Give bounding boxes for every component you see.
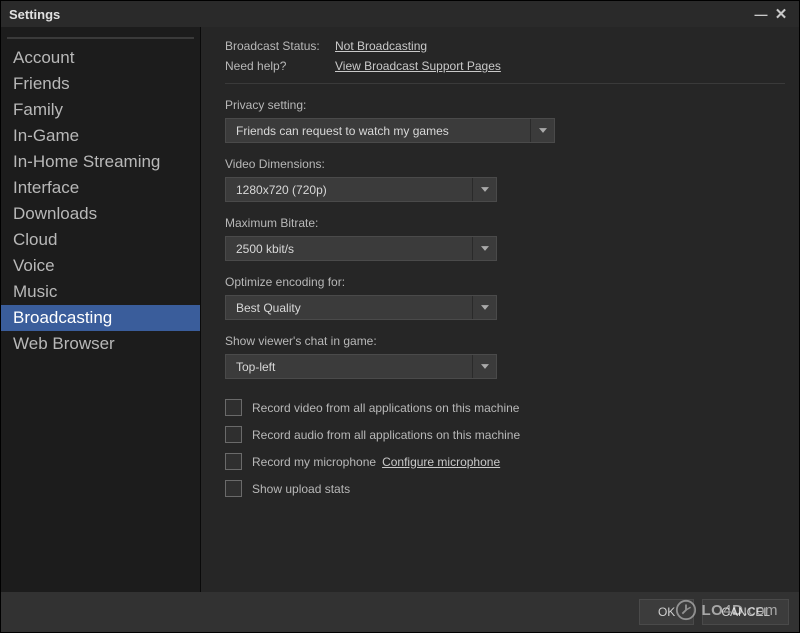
bitrate-select[interactable]: 2500 kbit/s [225, 236, 497, 261]
close-button[interactable]: ✕ [771, 5, 791, 23]
sidebar-label: Voice [13, 256, 55, 275]
cancel-button-label: CANCEL [721, 605, 770, 619]
dimensions-select[interactable]: 1280x720 (720p) [225, 177, 497, 202]
ok-button[interactable]: OK [639, 599, 694, 625]
sidebar-item-family[interactable]: Family [1, 97, 200, 123]
chevron-down-icon [530, 119, 554, 142]
configure-microphone-link[interactable]: Configure microphone [382, 455, 500, 469]
settings-window: Settings — ✕ Account Friends Family In-G… [0, 0, 800, 633]
record-video-label: Record video from all applications on th… [252, 401, 519, 415]
sidebar-label: Broadcasting [13, 308, 112, 327]
sidebar-item-in-game[interactable]: In-Game [1, 123, 200, 149]
chevron-down-icon [472, 178, 496, 201]
minimize-button[interactable]: — [751, 7, 771, 22]
sidebar-label: Family [13, 100, 63, 119]
window-title: Settings [9, 7, 60, 22]
sidebar-item-account[interactable]: Account [1, 45, 200, 71]
upload-stats-checkbox[interactable] [225, 480, 242, 497]
record-mic-checkbox[interactable] [225, 453, 242, 470]
sidebar-item-friends[interactable]: Friends [1, 71, 200, 97]
record-video-checkbox[interactable] [225, 399, 242, 416]
privacy-value: Friends can request to watch my games [226, 124, 530, 138]
sidebar-item-music[interactable]: Music [1, 279, 200, 305]
sidebar-item-broadcasting[interactable]: Broadcasting [1, 305, 200, 331]
record-audio-checkbox[interactable] [225, 426, 242, 443]
sidebar-item-voice[interactable]: Voice [1, 253, 200, 279]
chevron-down-icon [472, 237, 496, 260]
sidebar-label: Web Browser [13, 334, 115, 353]
sidebar-label: Friends [13, 74, 70, 93]
sidebar-label: Cloud [13, 230, 57, 249]
encoding-label: Optimize encoding for: [225, 275, 781, 289]
chat-pos-label: Show viewer's chat in game: [225, 334, 781, 348]
broadcast-support-link[interactable]: View Broadcast Support Pages [335, 59, 501, 73]
sidebar: Account Friends Family In-Game In-Home S… [1, 27, 201, 592]
chat-pos-select[interactable]: Top-left [225, 354, 497, 379]
chevron-down-icon [472, 296, 496, 319]
sidebar-label: In-Home Streaming [13, 152, 160, 171]
sidebar-divider [7, 37, 194, 39]
need-help-label: Need help? [225, 59, 335, 73]
privacy-select[interactable]: Friends can request to watch my games [225, 118, 555, 143]
bitrate-label: Maximum Bitrate: [225, 216, 781, 230]
cancel-button[interactable]: CANCEL [702, 599, 789, 625]
sidebar-item-in-home-streaming[interactable]: In-Home Streaming [1, 149, 200, 175]
encoding-value: Best Quality [226, 301, 472, 315]
sidebar-label: Downloads [13, 204, 97, 223]
content-pane: Broadcast Status: Not Broadcasting Need … [201, 27, 799, 592]
titlebar: Settings — ✕ [1, 1, 799, 27]
record-audio-label: Record audio from all applications on th… [252, 428, 520, 442]
sidebar-item-interface[interactable]: Interface [1, 175, 200, 201]
sidebar-label: Music [13, 282, 57, 301]
ok-button-label: OK [658, 605, 675, 619]
bitrate-value: 2500 kbit/s [226, 242, 472, 256]
sidebar-label: Account [13, 48, 74, 67]
dimensions-label: Video Dimensions: [225, 157, 781, 171]
divider [225, 83, 785, 84]
broadcast-status-label: Broadcast Status: [225, 39, 335, 53]
record-mic-label: Record my microphone [252, 455, 376, 469]
encoding-select[interactable]: Best Quality [225, 295, 497, 320]
broadcast-status-value[interactable]: Not Broadcasting [335, 39, 427, 53]
sidebar-label: In-Game [13, 126, 79, 145]
privacy-label: Privacy setting: [225, 98, 781, 112]
dimensions-value: 1280x720 (720p) [226, 183, 472, 197]
footer: OK CANCEL [1, 592, 799, 632]
sidebar-item-downloads[interactable]: Downloads [1, 201, 200, 227]
upload-stats-label: Show upload stats [252, 482, 350, 496]
chevron-down-icon [472, 355, 496, 378]
chat-pos-value: Top-left [226, 360, 472, 374]
sidebar-item-cloud[interactable]: Cloud [1, 227, 200, 253]
sidebar-item-web-browser[interactable]: Web Browser [1, 331, 200, 357]
sidebar-label: Interface [13, 178, 79, 197]
